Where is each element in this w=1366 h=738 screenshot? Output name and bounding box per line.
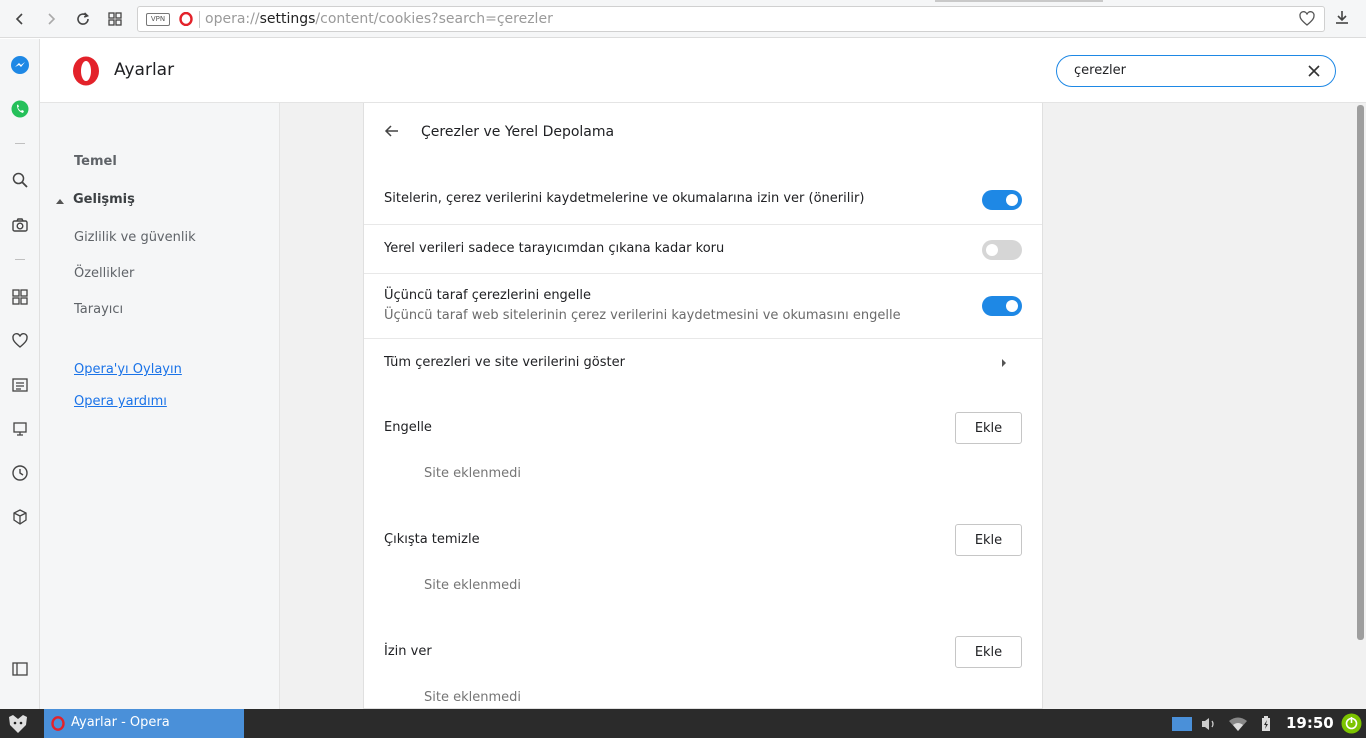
whatsapp-icon[interactable] xyxy=(10,99,30,119)
opera-sidebar xyxy=(0,39,40,709)
opera-logo-icon xyxy=(70,55,102,91)
nav-privacy[interactable]: Gizlilik ve güvenlik xyxy=(74,230,196,245)
taskbar: Ayarlar - Opera 19:50 xyxy=(0,709,1366,738)
empty-block-text: Site eklenmedi xyxy=(424,466,521,481)
scrollbar-thumb[interactable] xyxy=(1357,105,1364,640)
snapshot-icon[interactable] xyxy=(10,419,30,439)
cookies-panel: Çerezler ve Yerel Depolama Sitelerin, çe… xyxy=(363,103,1043,709)
address-separator xyxy=(199,11,200,28)
reload-icon[interactable] xyxy=(72,8,94,30)
show-all-label: Tüm çerezleri ve site verilerini göster xyxy=(384,355,625,370)
search-icon[interactable] xyxy=(10,170,30,190)
wifi-icon[interactable] xyxy=(1228,716,1248,736)
add-clear-on-exit-button[interactable]: Ekle xyxy=(955,524,1022,556)
block-third-party-toggle[interactable] xyxy=(982,296,1022,316)
show-all-cookies-row[interactable]: Tüm çerezleri ve site verilerini göster xyxy=(364,338,1042,386)
taskbar-opera-window[interactable]: Ayarlar - Opera xyxy=(44,709,244,738)
browser-toolbar: VPN opera://settings/content/cookies?sea… xyxy=(0,0,1366,38)
task-label: Ayarlar - Opera xyxy=(71,715,170,730)
empty-clear-on-exit-text: Site eklenmedi xyxy=(424,578,521,593)
nav-advanced[interactable]: Gelişmiş xyxy=(73,192,135,207)
setting-sublabel: Üçüncü taraf web sitelerinin çerez veril… xyxy=(384,308,901,323)
url-path: /content/cookies?search=çerezler xyxy=(315,11,553,27)
volume-icon[interactable] xyxy=(1200,716,1218,736)
clear-search-icon[interactable] xyxy=(1307,64,1321,82)
sidebar-divider xyxy=(15,259,25,260)
tabs-grid-icon[interactable] xyxy=(104,8,126,30)
vpn-badge[interactable]: VPN xyxy=(146,13,170,26)
sidebar-divider xyxy=(15,143,25,144)
empty-allow-text: Site eklenmedi xyxy=(424,690,521,705)
toggle-knob xyxy=(986,244,998,256)
nav-browser[interactable]: Tarayıcı xyxy=(74,302,123,317)
display-icon[interactable] xyxy=(1172,717,1192,737)
messenger-icon[interactable] xyxy=(10,55,30,75)
setting-row-block-third-party: Üçüncü taraf çerezlerini engelle Üçüncü … xyxy=(364,273,1042,338)
add-block-button[interactable]: Ekle xyxy=(955,412,1022,444)
settings-search-input[interactable]: çerezler xyxy=(1056,55,1336,87)
tab-indicator xyxy=(935,0,1103,2)
history-clock-icon[interactable] xyxy=(10,463,30,483)
setting-row-allow-cookies: Sitelerin, çerez verilerini kaydetmeleri… xyxy=(364,175,1042,224)
sidebar-toggle-icon[interactable] xyxy=(10,659,30,679)
section-block-label: Engelle xyxy=(384,420,432,435)
settings-header: Ayarlar çerezler xyxy=(40,39,1366,103)
settings-main: Temel Gelişmiş Gizlilik ve güvenlik Özel… xyxy=(40,103,1366,709)
opera-task-icon xyxy=(51,716,65,735)
collapse-triangle-icon[interactable] xyxy=(56,199,64,204)
bookmark-heart-icon[interactable] xyxy=(1298,10,1316,32)
setting-label: Sitelerin, çerez verilerini kaydetmeleri… xyxy=(384,191,865,206)
opera-help-link[interactable]: Opera yardımı xyxy=(74,394,167,409)
news-icon[interactable] xyxy=(10,375,30,395)
page-title: Ayarlar xyxy=(114,60,175,80)
search-value: çerezler xyxy=(1074,63,1126,78)
camera-icon[interactable] xyxy=(10,215,30,235)
back-arrow-icon[interactable] xyxy=(384,123,400,143)
rate-opera-link[interactable]: Opera'yı Oylayın xyxy=(74,362,182,377)
taskbar-clock: 19:50 xyxy=(1286,714,1334,732)
allow-cookies-toggle[interactable] xyxy=(982,190,1022,210)
nav-basic[interactable]: Temel xyxy=(74,154,117,169)
back-icon[interactable] xyxy=(9,8,31,30)
address-bar[interactable]: VPN opera://settings/content/cookies?sea… xyxy=(137,6,1325,32)
add-allow-button[interactable]: Ekle xyxy=(955,636,1022,668)
toggle-knob xyxy=(1006,194,1018,206)
speed-dial-icon[interactable] xyxy=(10,287,30,307)
keep-local-toggle[interactable] xyxy=(982,240,1022,260)
forward-icon[interactable] xyxy=(40,8,62,30)
download-icon[interactable] xyxy=(1332,8,1352,32)
url-text[interactable]: opera://settings/content/cookies?search=… xyxy=(205,11,553,27)
settings-nav: Temel Gelişmiş Gizlilik ve güvenlik Özel… xyxy=(40,103,280,709)
toggle-knob xyxy=(1006,300,1018,312)
chevron-right-icon xyxy=(1002,359,1006,367)
scrollbar[interactable] xyxy=(1354,103,1366,709)
setting-row-keep-local: Yerel verileri sadece tarayıcımdan çıkan… xyxy=(364,224,1042,273)
setting-label: Yerel verileri sadece tarayıcımdan çıkan… xyxy=(384,241,725,256)
start-menu-icon[interactable] xyxy=(6,713,30,738)
bookmarks-heart-icon[interactable] xyxy=(10,331,30,351)
extensions-cube-icon[interactable] xyxy=(10,507,30,527)
url-prefix: opera:// xyxy=(205,11,260,27)
battery-icon[interactable] xyxy=(1260,716,1272,736)
setting-label: Üçüncü taraf çerezlerini engelle xyxy=(384,288,592,303)
section-clear-on-exit-label: Çıkışta temizle xyxy=(384,532,480,547)
opera-icon xyxy=(179,11,193,30)
nav-features[interactable]: Özellikler xyxy=(74,266,134,281)
url-host: settings xyxy=(259,11,316,27)
section-allow-label: İzin ver xyxy=(384,644,432,659)
panel-title: Çerezler ve Yerel Depolama xyxy=(421,124,615,140)
power-icon[interactable] xyxy=(1341,713,1362,738)
